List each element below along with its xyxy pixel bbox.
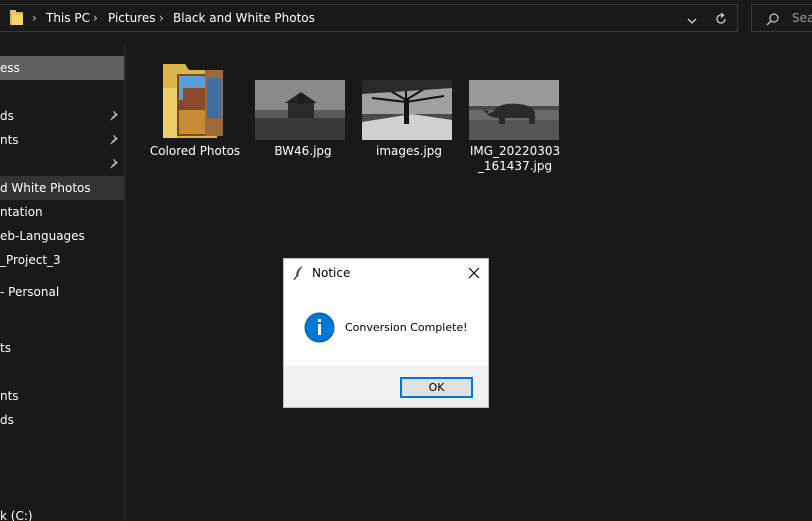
nav-item-label: k (C:) [0, 509, 33, 521]
folder-icon [161, 58, 227, 144]
nav-item-downloads-2[interactable]: ds [0, 408, 124, 432]
dialog-title: Notice [312, 266, 351, 280]
feather-icon [293, 265, 305, 285]
breadcrumb-this-pc[interactable]: This PC [46, 11, 90, 25]
address-bar[interactable]: › This PC › Pictures › Black and White P… [0, 4, 738, 32]
close-icon[interactable] [466, 265, 482, 281]
file-name: Colored Photos [149, 144, 241, 158]
search-input[interactable]: Search [751, 4, 812, 32]
nav-item-label: _Project_3 [0, 253, 61, 267]
breadcrumb-black-and-white-photos[interactable]: Black and White Photos [173, 11, 315, 25]
nav-item-label: ess [0, 61, 20, 75]
breadcrumb-separator: › [159, 11, 164, 25]
folder-icon [10, 10, 24, 30]
image-thumbnail [362, 80, 452, 144]
file-name: images.jpg [375, 144, 442, 158]
navigation-pane[interactable]: ess ds nts d White Photos ntation eb-Lan… [0, 44, 124, 521]
info-icon [304, 312, 335, 347]
dialog-message: Conversion Complete! [345, 321, 468, 334]
pin-icon [110, 109, 120, 124]
dialog-button-bar: OK [284, 366, 488, 407]
nav-item-label: - Personal [0, 285, 60, 299]
nav-item-local-disk[interactable]: k (C:) [0, 504, 124, 521]
nav-item-quick-access[interactable]: ess [0, 56, 124, 80]
refresh-icon[interactable] [714, 11, 728, 30]
file-name: IMG_20220303_161437.jpg [469, 144, 561, 173]
pane-splitter[interactable] [124, 44, 126, 521]
pin-icon [110, 133, 120, 148]
nav-item-label: nts [0, 133, 19, 147]
nav-item-black-and-white-photos[interactable]: d White Photos [0, 176, 124, 200]
nav-item-downloads[interactable]: ds [0, 104, 124, 128]
file-name: BW46.jpg [274, 144, 332, 158]
nav-item-label: d White Photos [0, 181, 91, 195]
image-thumbnail [255, 80, 345, 144]
pin-icon [110, 157, 120, 172]
nav-item-presentation[interactable]: ntation [0, 200, 124, 224]
image-thumbnail [469, 80, 559, 144]
search-placeholder: Search [792, 11, 812, 25]
nav-item-web-languages[interactable]: eb-Languages [0, 224, 124, 248]
nav-item-pictures[interactable] [0, 152, 124, 176]
search-icon [766, 11, 780, 30]
nav-item-label: eb-Languages [0, 229, 85, 243]
breadcrumb-separator: › [32, 11, 37, 25]
nav-item-label: ds [0, 413, 14, 427]
breadcrumb-separator: › [93, 11, 98, 25]
nav-item-documents[interactable]: nts [0, 128, 124, 152]
nav-item-label: ts [0, 341, 11, 355]
chevron-down-icon[interactable] [686, 12, 698, 31]
nav-item-objects[interactable]: ts [0, 336, 124, 360]
breadcrumb-pictures[interactable]: Pictures [108, 11, 156, 25]
notice-dialog[interactable]: Notice Conversion Complete! OK [283, 258, 489, 408]
nav-item-onedrive-personal[interactable]: - Personal [0, 280, 124, 304]
ok-button[interactable]: OK [400, 377, 473, 398]
nav-item-label: nts [0, 389, 19, 403]
nav-item-project-3[interactable]: _Project_3 [0, 248, 124, 272]
nav-item-label: ntation [0, 205, 43, 219]
nav-item-label: ds [0, 109, 14, 123]
nav-item-documents-2[interactable]: nts [0, 384, 124, 408]
